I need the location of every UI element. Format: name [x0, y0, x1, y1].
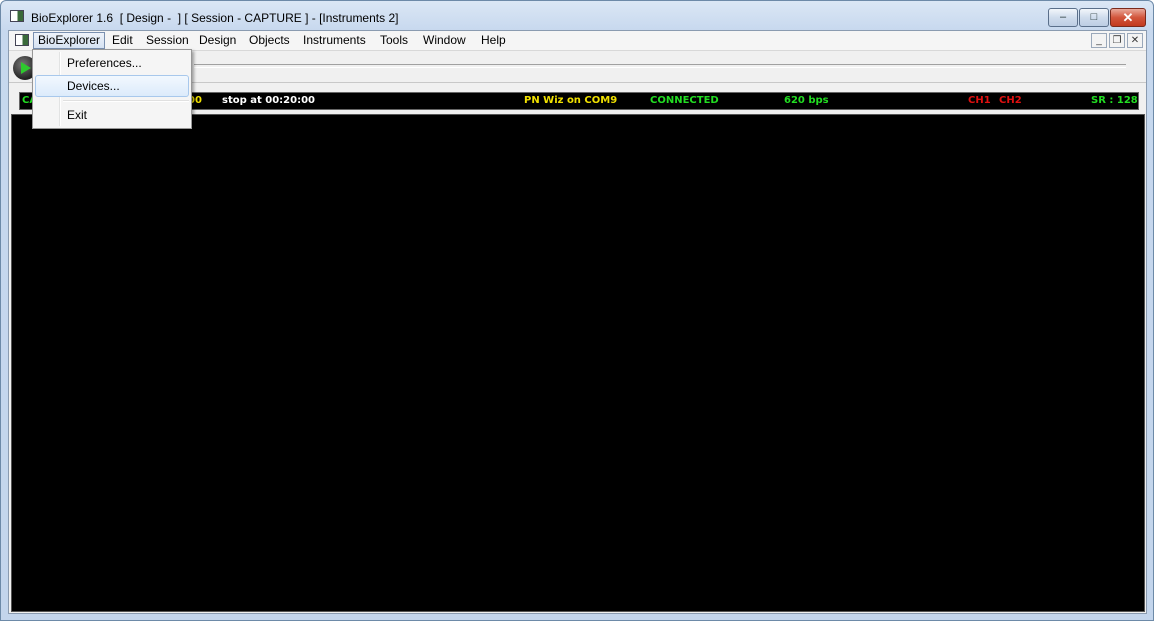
menu-edit[interactable]: Edit	[108, 32, 137, 49]
menu-design[interactable]: Design	[195, 32, 240, 49]
connection-status: CONNECTED	[650, 95, 719, 106]
device-name: PN Wiz on COM9	[524, 95, 618, 106]
title-bar[interactable]: BioExplorer 1.6 [ Design - ] [ Session -…	[1, 1, 1153, 31]
menu-instruments[interactable]: Instruments	[299, 32, 370, 49]
stop-time: stop at 00:20:00	[222, 95, 315, 106]
app-icon[interactable]	[10, 10, 24, 22]
menu-item-exit[interactable]: Exit	[35, 104, 189, 126]
menu-tools[interactable]: Tools	[376, 32, 412, 49]
window-title: BioExplorer 1.6 [ Design - ] [ Session -…	[31, 11, 399, 25]
channel-2-indicator: CH2	[999, 95, 1022, 106]
menu-item-preferences[interactable]: Preferences...	[35, 52, 189, 74]
sample-rate: SR : 128	[1091, 95, 1138, 106]
menu-objects[interactable]: Objects	[245, 32, 294, 49]
session-progress-track[interactable]	[194, 64, 1126, 68]
close-button[interactable]: ✕	[1110, 8, 1146, 27]
app-window: BioExplorer 1.6 [ Design - ] [ Session -…	[0, 0, 1154, 621]
menu-bioexplorer[interactable]: BioExplorer	[33, 32, 106, 49]
document-icon[interactable]	[15, 34, 29, 46]
menu-help[interactable]: Help	[477, 32, 510, 49]
mdi-restore-button[interactable]: ❐	[1109, 33, 1125, 48]
menu-session[interactable]: Session	[142, 32, 193, 49]
maximize-button[interactable]: □	[1079, 8, 1109, 27]
bioexplorer-menu-dropdown: Preferences... Devices... Exit	[32, 49, 192, 129]
minimize-button[interactable]: –	[1048, 8, 1078, 27]
instruments-canvas[interactable]	[11, 114, 1145, 612]
mdi-minimize-button[interactable]: _	[1091, 33, 1107, 48]
channel-1-indicator: CH1	[968, 95, 991, 106]
menu-separator	[63, 100, 189, 102]
menu-window[interactable]: Window	[419, 32, 470, 49]
mdi-close-button[interactable]: ✕	[1127, 33, 1143, 48]
data-rate: 620 bps	[784, 95, 829, 106]
menu-item-devices[interactable]: Devices...	[35, 75, 189, 97]
menu-bar: BioExplorer Edit Session Design Objects …	[9, 31, 1146, 51]
